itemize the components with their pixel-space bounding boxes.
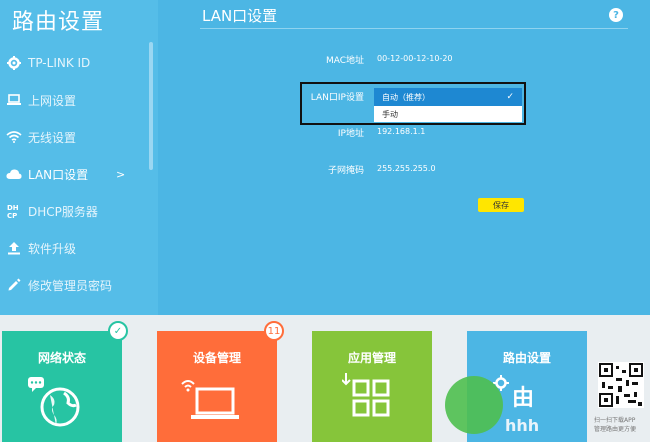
mask-value: 255.255.255.0 [377,164,436,173]
lanip-label: LAN口IP设置 [310,93,364,103]
sidebar-item-wireless[interactable]: 无线设置 [0,122,150,152]
chevron-right-icon: > [116,167,126,181]
sidebar-item-label: 无线设置 [28,130,77,145]
qr-caption-line1: 扫一扫下载APP [594,417,636,424]
cloud-icon [0,168,28,180]
sidebar-item-tplink-id[interactable]: TP-LINK ID [0,48,150,78]
sidebar-item-upgrade[interactable]: 软件升级 [0,233,150,263]
qr-caption: 扫一扫下载APP 管理路由更方便 [594,416,650,434]
tile-label: 路由设置 [502,351,551,365]
sidebar-item-lan[interactable]: LAN口设置 > [0,159,150,189]
sidebar-item-label: 修改管理员密码 [28,278,113,293]
tile-label: 设备管理 [192,351,241,365]
upload-icon [0,241,28,255]
pencil-icon [0,278,28,292]
svg-text:DH: DH [7,204,19,212]
sidebar-item-label: DHCP服务器 [28,204,98,219]
gear-icon [0,56,28,70]
mac-label: MAC地址 [325,56,364,66]
tile-network-status[interactable]: 网络状态 [2,331,122,442]
mac-value: 00-12-00-12-10-20 [377,54,453,63]
sidebar-title: 路由设置 [12,10,105,35]
check-icon: ✓ [506,92,514,102]
ip-value: 192.168.1.1 [377,127,426,136]
page-title: LAN口设置 [202,7,278,25]
help-icon[interactable]: ? [609,8,623,22]
tile-label: 网络状态 [37,351,86,365]
device-count-badge: 11 [264,321,284,341]
qr-caption-line2: 管理路由更方便 [594,426,637,433]
sidebar: 路由设置 TP-LINK ID 上网设置 无线设置 LAN口设置 > DH CP … [0,0,158,315]
sidebar-item-dhcp[interactable]: DH CP DHCP服务器 [0,196,150,226]
mask-label: 子网掩码 [327,166,364,176]
svg-text:CP: CP [7,212,17,219]
sidebar-item-label: LAN口设置 [28,167,89,182]
tile-pointer [517,305,537,315]
tile-app-management[interactable]: 应用管理 [312,331,432,442]
dhcp-icon: DH CP [0,203,28,219]
laptop-wifi-icon [181,380,239,419]
watermark-logo [445,376,503,434]
wifi-icon [0,131,28,143]
sidebar-item-label: 软件升级 [28,241,77,256]
tile-device-management[interactable]: 设备管理 [157,331,277,442]
sidebar-item-password[interactable]: 修改管理员密码 [0,270,150,300]
title-divider [200,28,628,29]
watermark-sub: hhh [505,416,540,435]
qr-code [598,362,644,408]
save-button[interactable]: 保存 [478,198,524,212]
status-ok-badge: ✓ [108,321,128,341]
lanip-select[interactable]: 自动（推荐） ✓ [374,88,522,106]
sidebar-item-label: TP-LINK ID [28,56,91,70]
tile-label: 应用管理 [347,351,396,365]
lanip-selected-value: 自动（推荐） [382,92,430,102]
laptop-icon [0,94,28,106]
apps-grid-icon [342,373,390,417]
watermark-text: 由 [512,386,535,411]
lanip-option-manual[interactable]: 手动 [374,106,522,122]
ip-label: IP地址 [337,129,364,139]
globe-icon [28,377,80,427]
sidebar-item-label: 上网设置 [28,93,77,108]
sidebar-item-internet[interactable]: 上网设置 [0,85,150,115]
